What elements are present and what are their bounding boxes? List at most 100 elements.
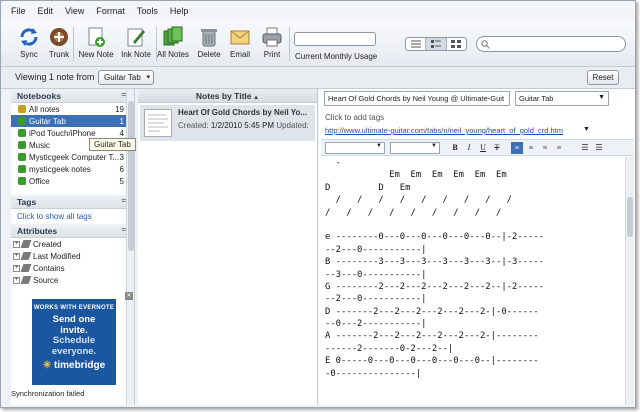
justify-button[interactable]: ≡ bbox=[553, 142, 565, 154]
notebook-item-all-notes[interactable]: All notes 19 bbox=[11, 103, 134, 115]
notebook-name: Guitar Tab bbox=[29, 116, 66, 126]
expand-icon[interactable]: + bbox=[13, 264, 20, 272]
notebook-icon bbox=[18, 141, 26, 149]
notebook-icon bbox=[18, 117, 26, 125]
notebook-count: 3 bbox=[119, 152, 124, 162]
menu-edit[interactable]: Edit bbox=[32, 6, 60, 16]
format-toolbar: ▼ ▼ B I U T ≡ ≡ ≡ ≡ ☰ ☰ bbox=[321, 139, 634, 156]
attribute-last-modified[interactable]: + Last Modified bbox=[11, 250, 134, 262]
chevron-down-icon: ▼ bbox=[431, 143, 437, 149]
notebook-filter-select[interactable]: Guitar Tab ▾ bbox=[98, 70, 154, 85]
notebook-item-mysticgeek-computer[interactable]: Mysticgeek Computer T... 3 bbox=[11, 151, 134, 163]
note-list-item[interactable]: Heart Of Gold Chords by Neil Yo... Creat… bbox=[140, 105, 315, 141]
note-title-field[interactable]: Heart Of Gold Chords by Neil Young @ Ult… bbox=[324, 91, 510, 106]
thumbnail-view-button[interactable] bbox=[447, 38, 466, 50]
bullet-list-button[interactable]: ☰ bbox=[579, 142, 591, 154]
notebook-item-mysticgeek-notes[interactable]: mysticgeek notes 6 bbox=[11, 163, 134, 175]
attribute-contains[interactable]: + Contains bbox=[11, 262, 134, 274]
tab-line: -0---------------| bbox=[325, 368, 422, 379]
attribute-icon bbox=[20, 252, 32, 260]
italic-button[interactable]: I bbox=[463, 142, 475, 154]
attribute-created[interactable]: + Created bbox=[11, 238, 134, 250]
note-body[interactable]: - Em Em Em Em Em Em D D Em / / / / / / / … bbox=[321, 157, 621, 405]
tab-line: B --------3---3---3---3---3---3--|-3----… bbox=[325, 257, 545, 268]
search-input[interactable] bbox=[476, 36, 626, 52]
toolbar-separator bbox=[289, 27, 290, 61]
close-ad-icon[interactable]: ✕ bbox=[125, 292, 133, 300]
trunk-icon bbox=[48, 26, 70, 48]
notebook-icon bbox=[18, 129, 26, 137]
notebook-item-office[interactable]: Office 5 bbox=[11, 175, 134, 187]
tooltip: Guitar Tab bbox=[89, 138, 136, 151]
align-right-button[interactable]: ≡ bbox=[539, 142, 551, 154]
list-view-button[interactable] bbox=[406, 38, 427, 50]
created-label: Created: bbox=[178, 121, 209, 130]
note-meta: Created: 1/2/2010 5:45 PM Updated: bbox=[178, 121, 318, 130]
note-list-header-label: Notes by Title bbox=[195, 91, 252, 101]
viewing-text: Viewing 1 note from bbox=[15, 72, 95, 82]
show-all-tags-link[interactable]: Click to show all tags bbox=[11, 209, 134, 224]
ink-note-button[interactable]: Ink Note bbox=[116, 24, 156, 59]
advertisement-banner[interactable]: WORKS WITH EVERNOTE Send one invite. Sch… bbox=[32, 299, 116, 385]
note-notebook-select[interactable]: Guitar Tab ▼ bbox=[515, 91, 609, 106]
new-note-button[interactable]: New Note bbox=[76, 24, 116, 59]
notebook-icon bbox=[18, 153, 26, 161]
ink-note-label: Ink Note bbox=[121, 50, 151, 59]
scroll-thumb[interactable] bbox=[128, 101, 134, 251]
snippet-view-button[interactable] bbox=[426, 38, 447, 50]
align-left-button[interactable]: ≡ bbox=[511, 142, 523, 154]
font-size-select[interactable]: ▼ bbox=[390, 142, 440, 154]
notebooks-header-label: Notebooks bbox=[17, 91, 61, 101]
reset-button[interactable]: Reset bbox=[587, 70, 619, 85]
underline-button[interactable]: U bbox=[477, 142, 489, 154]
note-thumbnail bbox=[144, 109, 172, 137]
menu-file[interactable]: File bbox=[5, 6, 32, 16]
notebook-stack-icon bbox=[18, 105, 26, 113]
ad-line: Schedule bbox=[52, 335, 96, 346]
trash-icon bbox=[198, 26, 220, 48]
note-title: Heart Of Gold Chords by Neil Yo... bbox=[178, 108, 308, 117]
scroll-thumb[interactable] bbox=[627, 197, 633, 237]
attribute-source[interactable]: + Source bbox=[11, 274, 134, 286]
tab-line: / / / / / / / / / bbox=[325, 207, 502, 218]
strikethrough-button[interactable]: T bbox=[491, 142, 503, 154]
updated-label: Updated: bbox=[276, 121, 309, 130]
chevron-down-icon[interactable]: ▼ bbox=[583, 126, 590, 133]
font-family-select[interactable]: ▼ bbox=[325, 142, 385, 154]
notebooks-header[interactable]: Notebooks ≈ bbox=[11, 89, 134, 103]
all-notes-label: All Notes bbox=[156, 50, 189, 59]
menu-tools[interactable]: Tools bbox=[131, 6, 164, 16]
ink-note-icon bbox=[125, 26, 147, 48]
print-button[interactable]: Print bbox=[252, 24, 292, 59]
attribute-label: Last Modified bbox=[33, 251, 81, 261]
tab-line: --2---0-----------| bbox=[325, 244, 427, 255]
bold-button[interactable]: B bbox=[449, 142, 461, 154]
attributes-header-label: Attributes bbox=[17, 226, 58, 236]
notebook-item-guitar-tab[interactable]: Guitar Tab 1 bbox=[11, 115, 134, 127]
editor-scrollbar[interactable] bbox=[625, 157, 634, 405]
sidebar-scrollbar[interactable] bbox=[126, 89, 134, 405]
expand-icon[interactable]: + bbox=[13, 240, 20, 248]
menu-view[interactable]: View bbox=[59, 6, 90, 16]
tags-header[interactable]: Tags ≈ bbox=[11, 195, 134, 209]
attributes-header[interactable]: Attributes ≈ bbox=[11, 224, 134, 238]
created-value: 1/2/2010 5:45 PM bbox=[210, 121, 275, 130]
note-list-header[interactable]: Notes by Title ▲ bbox=[138, 89, 317, 103]
notebook-name: Mysticgeek Computer T... bbox=[29, 152, 120, 162]
ad-line: Send one bbox=[52, 314, 96, 325]
print-label: Print bbox=[263, 50, 281, 59]
ad-text: Send one invite. Schedule everyone. bbox=[32, 314, 116, 357]
source-url-link[interactable]: http://www.ultimate-guitar.com/tabs/n/ne… bbox=[325, 126, 563, 135]
chevron-down-icon: ▼ bbox=[376, 143, 382, 149]
menu-format[interactable]: Format bbox=[90, 6, 131, 16]
numbered-list-button[interactable]: ☰ bbox=[593, 142, 605, 154]
align-center-button[interactable]: ≡ bbox=[525, 142, 537, 154]
add-tags-field[interactable]: Click to add tags bbox=[325, 113, 384, 122]
expand-icon[interactable]: + bbox=[13, 276, 20, 284]
notebook-count: 6 bbox=[119, 164, 124, 174]
menu-help[interactable]: Help bbox=[164, 6, 195, 16]
expand-icon[interactable]: + bbox=[13, 252, 20, 260]
all-notes-button[interactable]: All Notes bbox=[153, 24, 193, 59]
tab-line: - bbox=[325, 158, 342, 168]
tab-line: / / / / / / / / / bbox=[325, 195, 513, 206]
